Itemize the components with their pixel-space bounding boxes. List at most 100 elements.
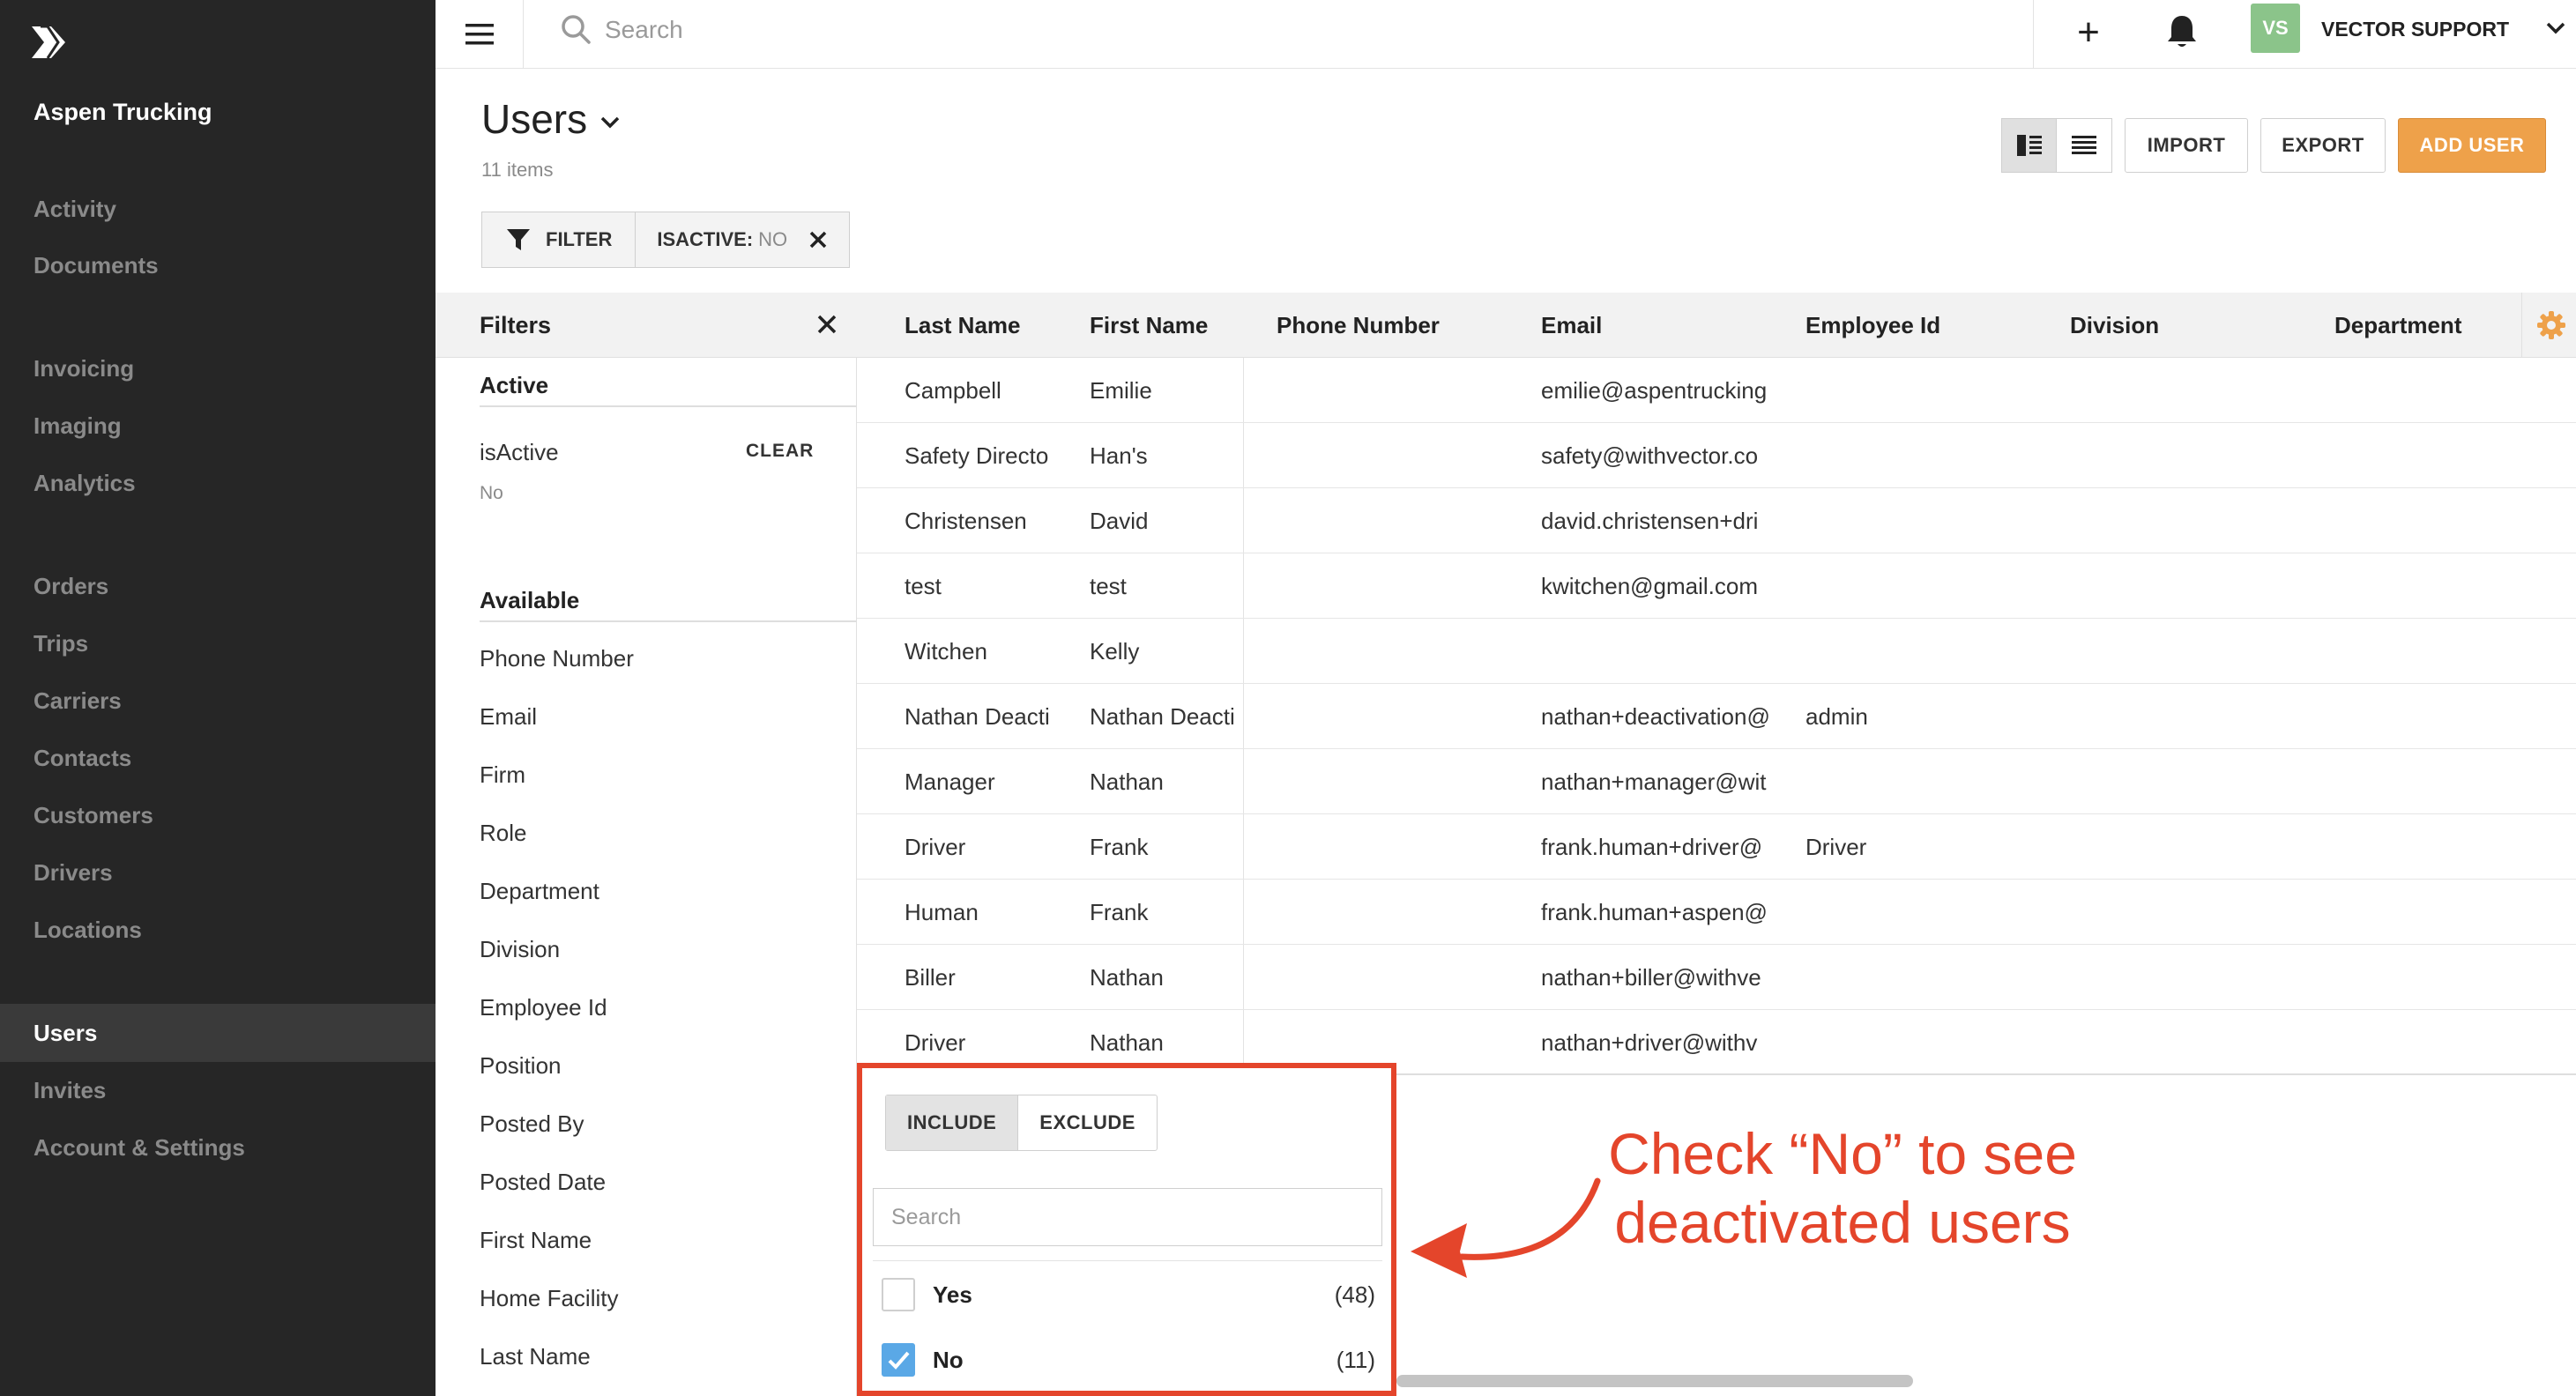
cell-first-name: Nathan (1090, 964, 1164, 991)
column-header-employee-id[interactable]: Employee Id (1805, 312, 1940, 339)
available-filter-item[interactable]: Position (480, 1052, 562, 1080)
global-search-input[interactable] (605, 11, 1751, 49)
sidebar-item-activity[interactable]: Activity (0, 180, 436, 238)
table-row[interactable]: Human Frank frank.human+aspen@ (857, 880, 2576, 945)
gear-icon[interactable] (2536, 310, 2566, 340)
avatar[interactable]: VS (2251, 4, 2300, 53)
cell-first-name: Frank (1090, 834, 1149, 860)
column-header-department[interactable]: Department (2334, 312, 2461, 339)
facet-option-label: Yes (933, 1281, 972, 1308)
plus-icon[interactable]: + (2069, 13, 2108, 54)
table-settings (2521, 293, 2576, 358)
column-header-division[interactable]: Division (2070, 312, 2159, 339)
table-row[interactable]: Manager Nathan nathan+manager@wit (857, 749, 2576, 814)
available-filter-item[interactable]: Role (480, 820, 526, 847)
close-icon[interactable] (808, 230, 828, 249)
facet-search-input[interactable] (873, 1188, 1382, 1246)
table-row[interactable]: Nathan Deacti Nathan Deacti nathan+deact… (857, 684, 2576, 749)
table-row[interactable]: Campbell Emilie emilie@aspentrucking (857, 358, 2576, 423)
available-filter-item[interactable]: First Name (480, 1227, 592, 1254)
available-filter-item[interactable]: Posted Date (480, 1169, 606, 1196)
table-row[interactable]: test test kwitchen@gmail.com (857, 553, 2576, 619)
cell-email: safety@withvector.co (1541, 442, 1759, 469)
filter-chip-key: ISACTIVE: (657, 228, 754, 250)
sidebar-item-invoicing[interactable]: Invoicing (0, 339, 436, 397)
cell-email: nathan+biller@withve (1541, 964, 1761, 991)
available-filter-item[interactable]: Division (480, 936, 560, 963)
checkbox-checked[interactable] (882, 1343, 915, 1377)
cell-first-name: Han's (1090, 442, 1148, 469)
available-filter-item[interactable]: Posted By (480, 1110, 584, 1138)
chevron-down-icon[interactable] (599, 115, 621, 130)
cell-last-name: Human (905, 899, 979, 925)
active-filter-field[interactable]: isActive (480, 439, 559, 466)
cell-email: kwitchen@gmail.com (1541, 573, 1759, 599)
available-filter-item[interactable]: Home Facility (480, 1285, 618, 1312)
column-header-email[interactable]: Email (1541, 312, 1602, 339)
sidebar-item-drivers[interactable]: Drivers (0, 843, 436, 902)
org-name[interactable]: Aspen Trucking (34, 99, 212, 126)
available-filter-item[interactable]: Firm (480, 761, 525, 789)
available-filter-item[interactable]: Email (480, 703, 537, 731)
sidebar-item-carriers[interactable]: Carriers (0, 672, 436, 730)
cell-email: emilie@aspentrucking (1541, 377, 1768, 404)
exclude-button[interactable]: EXCLUDE (1018, 1095, 1157, 1150)
bell-icon[interactable] (2164, 12, 2200, 51)
import-button[interactable]: IMPORT (2125, 118, 2248, 173)
cell-first-name: Emilie (1090, 377, 1152, 404)
available-filter-item[interactable]: Phone Number (480, 645, 634, 672)
cell-last-name: test (905, 573, 942, 599)
cell-email: nathan+manager@wit (1541, 769, 1767, 795)
table-row[interactable]: Christensen David david.christensen+dri (857, 488, 2576, 553)
split-view-button[interactable] (2002, 119, 2057, 172)
account-name[interactable]: VECTOR SUPPORT (2321, 0, 2509, 58)
sidebar-item-documents[interactable]: Documents (0, 236, 436, 294)
sidebar-item-orders[interactable]: Orders (0, 557, 436, 615)
column-header-first-name[interactable]: First Name (1090, 312, 1208, 339)
sidebar-item-analytics[interactable]: Analytics (0, 454, 436, 512)
sidebar-item-invites[interactable]: Invites (0, 1061, 436, 1119)
horizontal-scrollbar[interactable] (1396, 1375, 1913, 1387)
available-filter-item[interactable]: Employee Id (480, 994, 607, 1021)
filter-bar: FILTER ISACTIVE: NO (481, 212, 851, 268)
filter-button[interactable]: FILTER (482, 212, 637, 267)
chevron-down-icon[interactable] (2545, 19, 2566, 37)
sidebar-item-users[interactable]: Users (0, 1004, 436, 1062)
cell-email: frank.human+driver@ (1541, 834, 1763, 860)
sidebar-item-customers[interactable]: Customers (0, 786, 436, 844)
cell-last-name: Nathan Deacti (905, 703, 1050, 730)
sidebar-item-account-settings[interactable]: Account & Settings (0, 1118, 436, 1177)
checkbox-unchecked[interactable] (882, 1278, 915, 1311)
table-row[interactable]: Witchen Kelly (857, 619, 2576, 684)
vector-logo-icon[interactable] (28, 21, 71, 63)
sidebar-item-locations[interactable]: Locations (0, 901, 436, 959)
cell-first-name: Nathan (1090, 1029, 1164, 1056)
table-row[interactable]: Biller Nathan nathan+biller@withve (857, 945, 2576, 1010)
sidebar-item-imaging[interactable]: Imaging (0, 397, 436, 455)
facet-option-count: (11) (1336, 1347, 1375, 1373)
annotation-callout: Check “No” to see deactivated users (1578, 1119, 2107, 1257)
cell-last-name: Safety Directo (905, 442, 1049, 469)
table-row[interactable]: Safety Directo Han's safety@withvector.c… (857, 423, 2576, 488)
list-view-button[interactable] (2057, 119, 2111, 172)
available-filter-item[interactable]: Department (480, 878, 599, 905)
facet-option-yes[interactable]: Yes (48) (882, 1269, 1375, 1318)
sidebar-item-contacts[interactable]: Contacts (0, 729, 436, 787)
sidebar-item-trips[interactable]: Trips (0, 614, 436, 672)
column-header-last-name[interactable]: Last Name (905, 312, 1021, 339)
filters-title: Filters (480, 312, 552, 338)
cell-employee-id: admin (1805, 703, 1868, 730)
clear-filter-button[interactable]: CLEAR (746, 441, 814, 462)
add-user-button[interactable]: ADD USER (2398, 118, 2546, 173)
available-filter-item[interactable]: Last Name (480, 1343, 591, 1370)
table-row[interactable]: Driver Frank frank.human+driver@ Driver (857, 814, 2576, 880)
cell-last-name: Campbell (905, 377, 1001, 404)
include-button[interactable]: INCLUDE (886, 1095, 1019, 1150)
export-button[interactable]: EXPORT (2260, 118, 2386, 173)
menu-button[interactable] (436, 0, 524, 69)
facet-option-no[interactable]: No (11) (882, 1334, 1375, 1384)
cell-first-name: Nathan (1090, 769, 1164, 795)
column-header-phone-number[interactable]: Phone Number (1277, 312, 1440, 339)
close-icon[interactable] (816, 314, 838, 335)
filter-chip-isactive[interactable]: ISACTIVE: NO (636, 212, 849, 267)
